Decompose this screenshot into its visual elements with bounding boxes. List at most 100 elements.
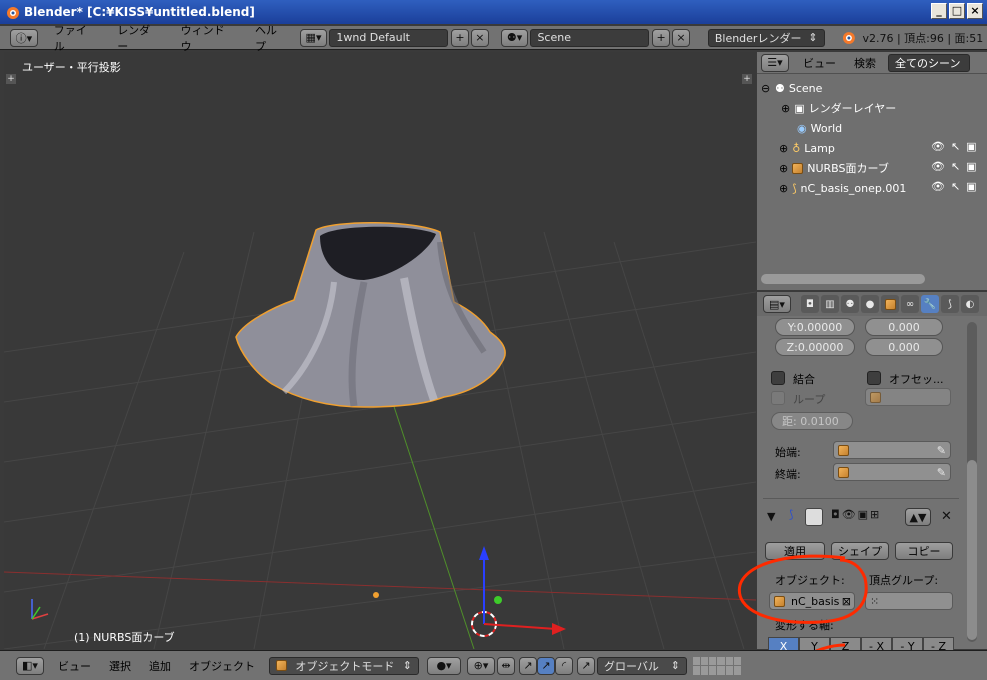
- maximize-button[interactable]: □: [949, 3, 965, 19]
- updown-arrows-icon: ▲▼: [909, 510, 927, 524]
- visibility-icons-curve[interactable]: 👁↖▣: [931, 180, 983, 193]
- minimize-button[interactable]: _: [931, 3, 947, 19]
- footer-menu-select[interactable]: 選択: [109, 658, 131, 674]
- outliner-item-label: Lamp: [804, 141, 835, 155]
- footer-menu-add[interactable]: 追加: [149, 658, 171, 674]
- outliner-item-label: Scene: [788, 81, 823, 95]
- object-icon: [884, 298, 896, 310]
- render-engine-select[interactable]: Blenderレンダー ⇕: [707, 28, 825, 47]
- nurbs-surface-object[interactable]: [235, 222, 506, 408]
- outliner-item-world[interactable]: ◉ World: [797, 118, 987, 138]
- outliner-item-scene[interactable]: ⊖ ⚉ Scene: [761, 78, 987, 98]
- z-value-field[interactable]: Z:0.00000: [775, 338, 855, 356]
- toolshelf-toggle[interactable]: +: [6, 74, 16, 84]
- world-icon: ●: [865, 298, 875, 310]
- properties-toggle[interactable]: +: [742, 74, 752, 84]
- loop-checkbox[interactable]: [771, 391, 785, 405]
- viewport-editor-type[interactable]: ◧▾: [16, 656, 44, 675]
- remove-layout-button[interactable]: ×: [470, 28, 489, 47]
- scene-selector[interactable]: ⚉▾: [500, 28, 529, 47]
- end-cap-label: 終端:: [775, 468, 801, 481]
- outliner-item-label: レンダーレイヤー: [808, 102, 897, 115]
- outliner-display-filter[interactable]: 全てのシーン: [888, 53, 970, 72]
- curve-icon: ⟆: [792, 181, 797, 195]
- properties-scrollbar[interactable]: [967, 460, 977, 640]
- outliner-menu-view[interactable]: ビュー: [803, 55, 836, 71]
- distance-field[interactable]: 距: 0.0100: [771, 412, 853, 430]
- right-value-field-1[interactable]: 0.000: [865, 318, 943, 336]
- add-layout-button[interactable]: +: [451, 28, 469, 47]
- mode-select[interactable]: オブジェクトモード ⇕: [269, 656, 419, 675]
- constraints-tab[interactable]: ∞: [901, 295, 919, 313]
- outliner-menu-search[interactable]: 検索: [854, 55, 876, 71]
- outliner-item-render-layer[interactable]: ⊕ ▣ レンダーレイヤー: [781, 98, 987, 118]
- expand-icon: ⊕: [779, 141, 789, 155]
- copy-button[interactable]: コピー: [895, 542, 953, 560]
- close-button[interactable]: ×: [967, 3, 983, 19]
- footer-menu-view[interactable]: ビュー: [58, 658, 91, 674]
- shape-button[interactable]: シェイプ: [831, 542, 889, 560]
- remove-scene-button[interactable]: ×: [672, 28, 690, 47]
- footer-menu-object[interactable]: オブジェクト: [189, 658, 255, 674]
- 3d-viewport[interactable]: ユーザー・平行投影 (1) NURBS面カーブ + +: [4, 52, 756, 649]
- offset-object-field[interactable]: [865, 388, 951, 406]
- window-title: Blender* [C:¥KISS¥untitled.blend]: [24, 5, 255, 19]
- apply-button[interactable]: 適用: [765, 542, 825, 560]
- editor-type-button[interactable]: ⓘ▾: [10, 28, 38, 47]
- move-modifier-buttons[interactable]: ▲▼: [905, 508, 931, 526]
- mode-label: オブジェクトモード: [295, 659, 395, 673]
- clear-object-icon[interactable]: ⊠: [842, 595, 851, 608]
- visibility-icons-nurbs[interactable]: 👁↖▣: [931, 160, 983, 173]
- outliner-scrollbar[interactable]: [761, 274, 925, 284]
- translate-icon: ↗: [523, 659, 533, 672]
- material-tab[interactable]: ◐: [961, 295, 979, 313]
- object-tab[interactable]: [881, 295, 899, 313]
- visibility-icons-lamp[interactable]: 👁↖▣: [931, 140, 983, 153]
- start-cap-field[interactable]: ✎: [833, 441, 951, 459]
- modifier-display-toggles[interactable]: ◘👁▣⊞: [831, 508, 881, 521]
- rotate-manipulator[interactable]: ↗: [537, 656, 555, 675]
- eyedropper-icon[interactable]: ✎: [937, 466, 946, 479]
- screen-layout-selector[interactable]: ▦▾: [299, 28, 328, 47]
- manipulator-toggle[interactable]: ⇹: [497, 656, 515, 675]
- world-tab[interactable]: ●: [861, 295, 879, 313]
- screen-layout-field[interactable]: 1wnd Default: [329, 28, 449, 47]
- pivot-select[interactable]: ⊕▾: [467, 656, 495, 675]
- collapse-arrow-icon[interactable]: ▼: [767, 510, 775, 523]
- shading-select[interactable]: ●▾: [427, 656, 461, 675]
- translate-manipulator[interactable]: ↗: [519, 656, 537, 675]
- orientation-select[interactable]: グローバル ⇕: [597, 656, 687, 675]
- scene-field[interactable]: Scene: [530, 28, 650, 47]
- menu-help[interactable]: ヘルプ: [245, 22, 298, 54]
- layer-buttons[interactable]: [693, 656, 741, 675]
- properties-editor-type[interactable]: ▤▾: [763, 295, 791, 313]
- merge-checkbox[interactable]: [771, 371, 785, 385]
- layers-tab[interactable]: ▥: [821, 295, 839, 313]
- right-value-field-2[interactable]: 0.000: [865, 338, 943, 356]
- outliner-icon: ☰▾: [767, 56, 783, 69]
- remove-modifier-icon[interactable]: ✕: [941, 509, 952, 524]
- object-field[interactable]: nC_basis ⊠: [769, 592, 855, 610]
- close-icon: ×: [676, 31, 686, 44]
- object-field-value: nC_basis: [791, 594, 840, 608]
- data-tab[interactable]: ⟆: [941, 295, 959, 313]
- vertex-group-field[interactable]: ⁙: [865, 592, 953, 610]
- end-cap-field[interactable]: ✎: [833, 463, 951, 481]
- wrench-icon: 🔧: [923, 298, 937, 310]
- add-scene-button[interactable]: +: [652, 28, 671, 47]
- eyedropper-icon[interactable]: ✎: [937, 444, 946, 457]
- scale-manipulator[interactable]: ◜: [555, 656, 573, 675]
- modifiers-tab[interactable]: 🔧: [921, 295, 939, 313]
- render-tab[interactable]: ◘: [801, 295, 819, 313]
- outliner-editor-type[interactable]: ☰▾: [761, 53, 789, 72]
- transform-orientation-icon-button[interactable]: ↗: [577, 656, 595, 675]
- offset-checkbox[interactable]: [867, 371, 881, 385]
- y-value-field[interactable]: Y:0.00000: [775, 318, 855, 336]
- menu-file[interactable]: ファイル: [44, 22, 107, 54]
- viewport-scene[interactable]: [4, 52, 756, 649]
- menu-render[interactable]: レンダー: [107, 22, 170, 54]
- view-axes-indicator: [31, 599, 49, 620]
- menu-window[interactable]: ウィンドウ: [171, 22, 245, 54]
- modifier-name-field[interactable]: [805, 508, 823, 526]
- scene-tab[interactable]: ⚉: [841, 295, 859, 313]
